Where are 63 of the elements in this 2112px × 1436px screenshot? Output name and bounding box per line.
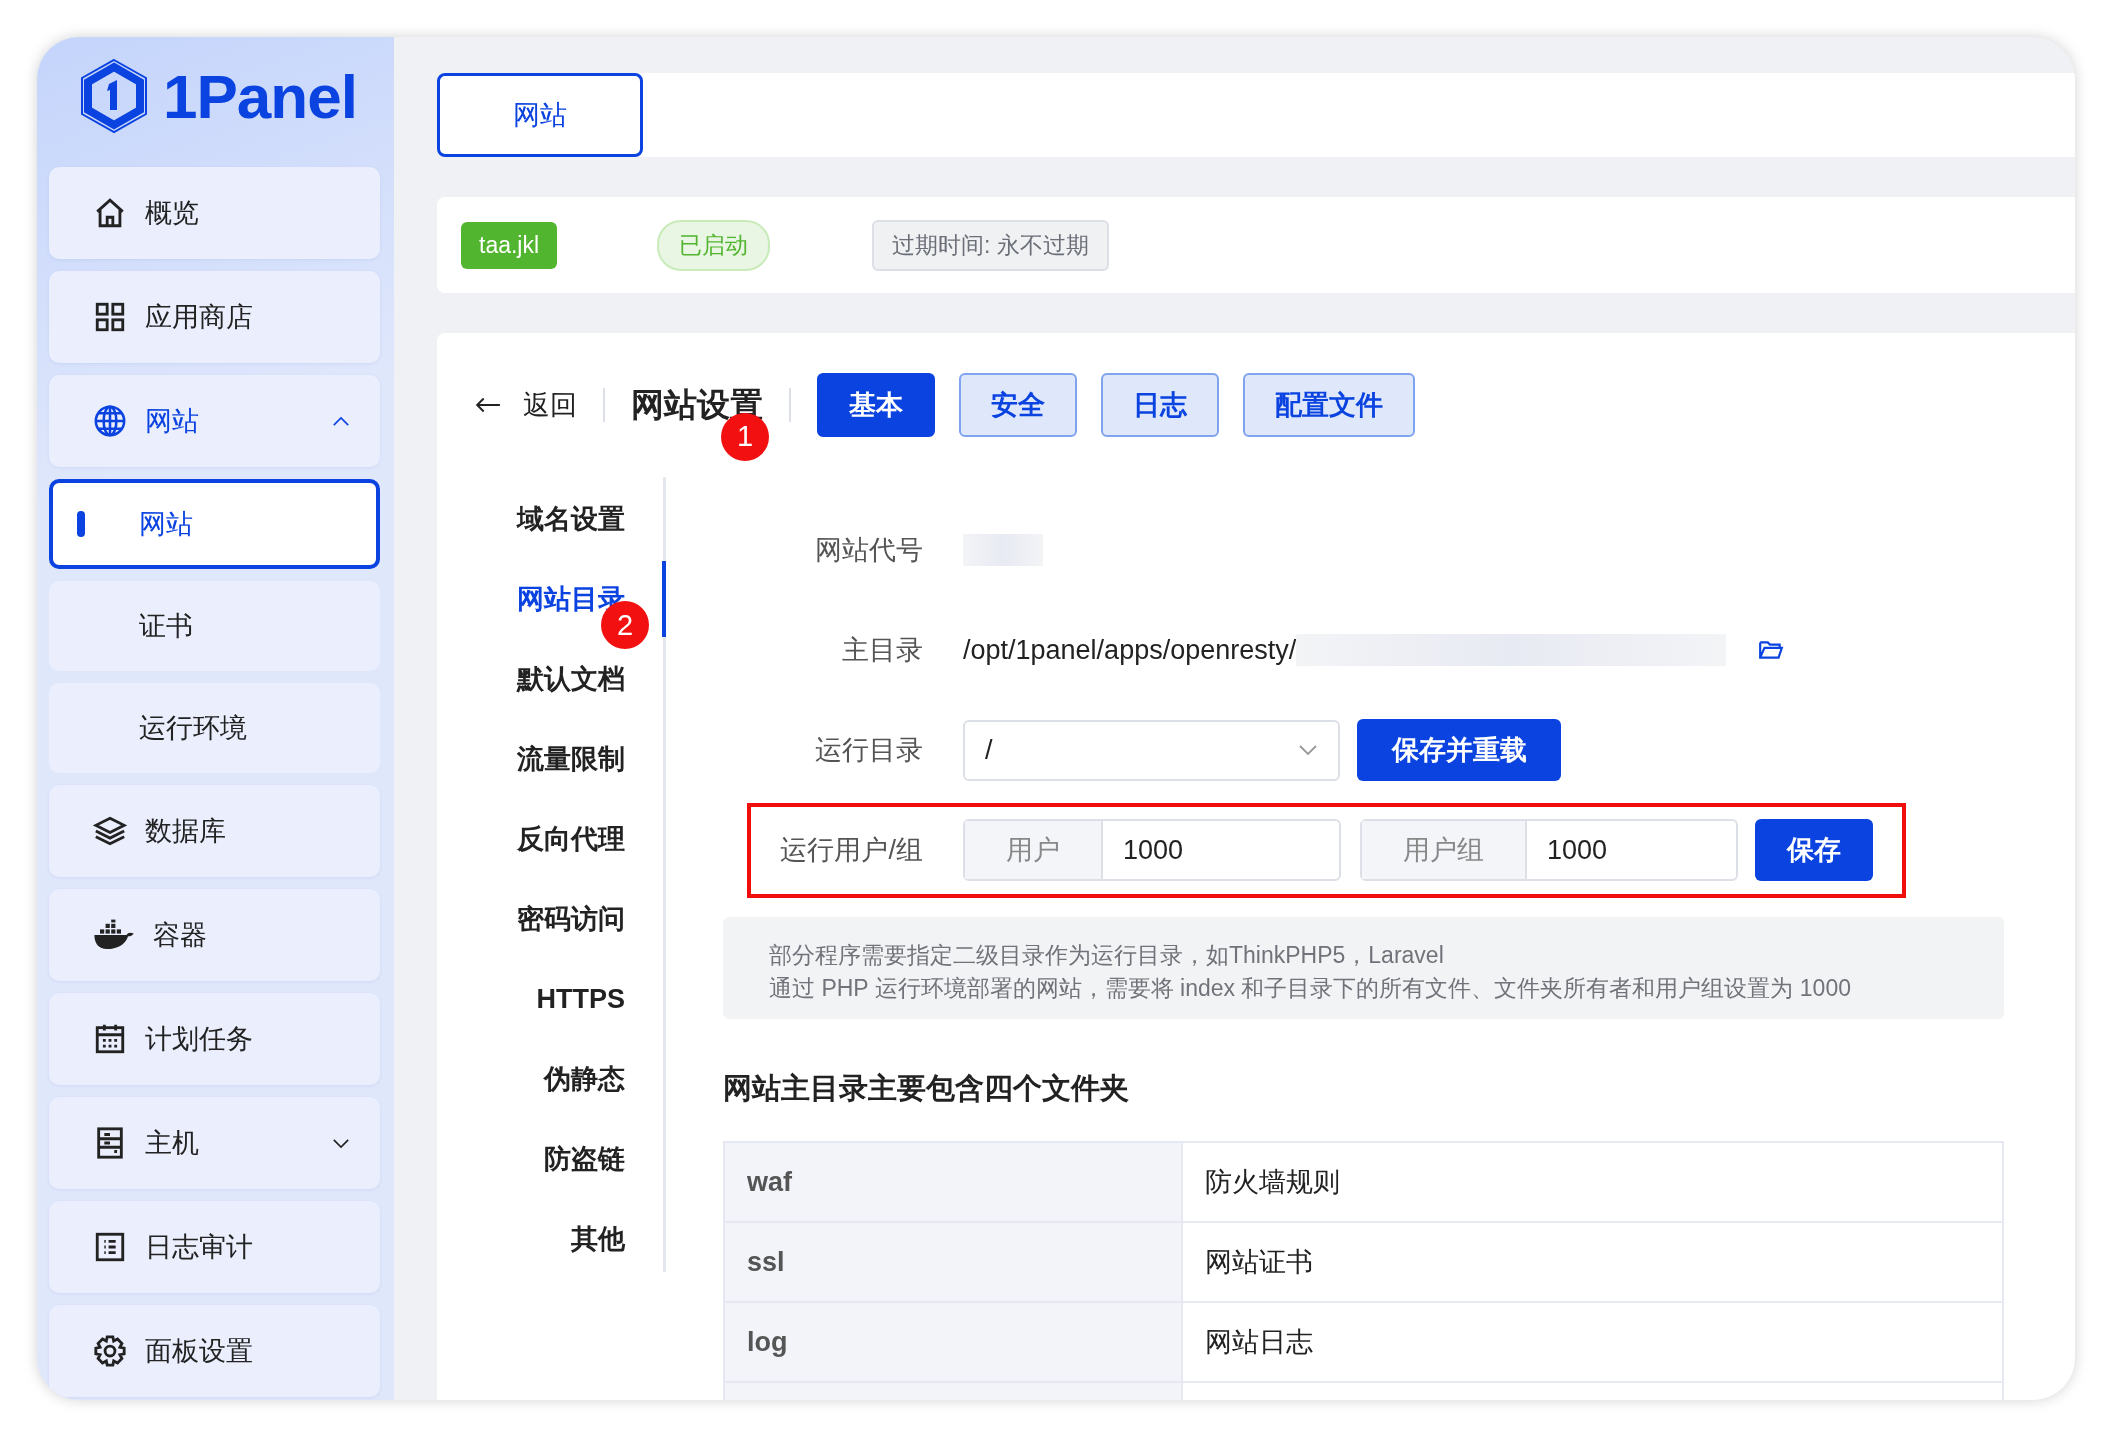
- active-indicator: [77, 511, 85, 537]
- sidebar-item[interactable]: 计划任务: [49, 993, 380, 1085]
- note-text: 部分程序需要指定二级目录作为运行目录，如ThinkPHP5，Laravel: [769, 941, 1445, 970]
- user-input[interactable]: 用户 1000: [963, 819, 1341, 881]
- run-directory-select[interactable]: /: [963, 719, 1340, 781]
- settings-menu-item[interactable]: HTTPS: [536, 983, 625, 1015]
- expiry-tag: 过期时间: 永不过期: [872, 219, 1109, 271]
- logo-icon: [79, 58, 149, 134]
- sidebar-item[interactable]: 应用商店: [49, 271, 380, 363]
- calendar-icon: [93, 1022, 127, 1056]
- table-cell-text: 网站日志: [1204, 1326, 1313, 1359]
- settings-tab[interactable]: 日志: [1101, 373, 1219, 437]
- path-value: /opt/1panel/apps/openresty/: [963, 634, 1297, 666]
- site-name-tag: taa.jkl: [461, 221, 558, 269]
- settings-menu-item[interactable]: 默认文档: [517, 661, 625, 697]
- folder-icon[interactable]: [1758, 639, 1785, 661]
- save-button[interactable]: 保存: [1755, 819, 1873, 881]
- group-input[interactable]: 用户组 1000: [1360, 819, 1738, 881]
- settings-tab[interactable]: 安全: [959, 373, 1077, 437]
- back-arrow-icon: [475, 396, 501, 414]
- settings-icon: [93, 1334, 127, 1368]
- sidebar-item[interactable]: 数据库: [49, 785, 380, 877]
- list-icon: [93, 1230, 127, 1264]
- field-label: 运行用户/组: [779, 834, 923, 867]
- grid-icon: [93, 300, 127, 334]
- sidebar-subitem[interactable]: 证书: [49, 581, 380, 671]
- dropdown-caret-icon: [1298, 744, 1318, 756]
- save-reload-button[interactable]: 保存并重载: [1357, 719, 1561, 781]
- note-text: 通过 PHP 运行环境部署的网站，需要将 index 和子目录下的所有文件、文件夹所有者和用户组设置为 1000: [769, 974, 1852, 1003]
- settings-menu-item[interactable]: 域名设置: [517, 501, 625, 537]
- sidebar-item[interactable]: 日志审计: [49, 1201, 380, 1293]
- section-heading: 网站主目录主要包含四个文件夹: [723, 1071, 1130, 1106]
- home-icon: [93, 196, 127, 230]
- sidebar-item[interactable]: 网站: [49, 375, 380, 467]
- settings-menu-item[interactable]: 流量限制: [517, 741, 625, 777]
- settings-menu-item[interactable]: 伪静态: [544, 1061, 625, 1097]
- settings-menu-item[interactable]: 防盗链: [544, 1141, 625, 1177]
- table-cell-text: 防火墙规则: [1204, 1166, 1340, 1199]
- settings-menu-item[interactable]: 反向代理: [517, 821, 625, 857]
- settings-tab[interactable]: 配置文件: [1243, 373, 1415, 437]
- sidebar-item[interactable]: 主机: [49, 1097, 380, 1189]
- back-button[interactable]: 返回: [475, 387, 577, 423]
- table-cell: waf: [725, 1143, 1183, 1221]
- sidebar-subitem[interactable]: 网站: [49, 479, 380, 569]
- page-tab[interactable]: 网站: [437, 73, 643, 157]
- table-cell-text: 网站证书: [1204, 1246, 1313, 1279]
- sidebar-item[interactable]: 容器: [49, 889, 380, 981]
- status-badge: 已启动: [657, 219, 771, 271]
- table-cell: log: [725, 1303, 1183, 1381]
- settings-menu-item[interactable]: 密码访问: [517, 901, 625, 937]
- globe-icon: [93, 404, 127, 438]
- layers-icon: [93, 814, 127, 848]
- whale-icon: [93, 918, 135, 952]
- field-label: 运行目录: [814, 734, 923, 767]
- sidebar-subitem[interactable]: 运行环境: [49, 683, 380, 773]
- sidebar-item[interactable]: 面板设置: [49, 1305, 380, 1397]
- field-label: 主目录: [841, 634, 923, 667]
- table-cell: ssl: [725, 1223, 1183, 1301]
- settings-menu-item[interactable]: 其他: [571, 1221, 625, 1257]
- field-label: 网站代号: [814, 534, 923, 567]
- settings-tab[interactable]: 基本: [817, 373, 935, 437]
- sidebar-item[interactable]: 概览: [49, 167, 380, 259]
- brand-name: 1Panel: [163, 60, 357, 132]
